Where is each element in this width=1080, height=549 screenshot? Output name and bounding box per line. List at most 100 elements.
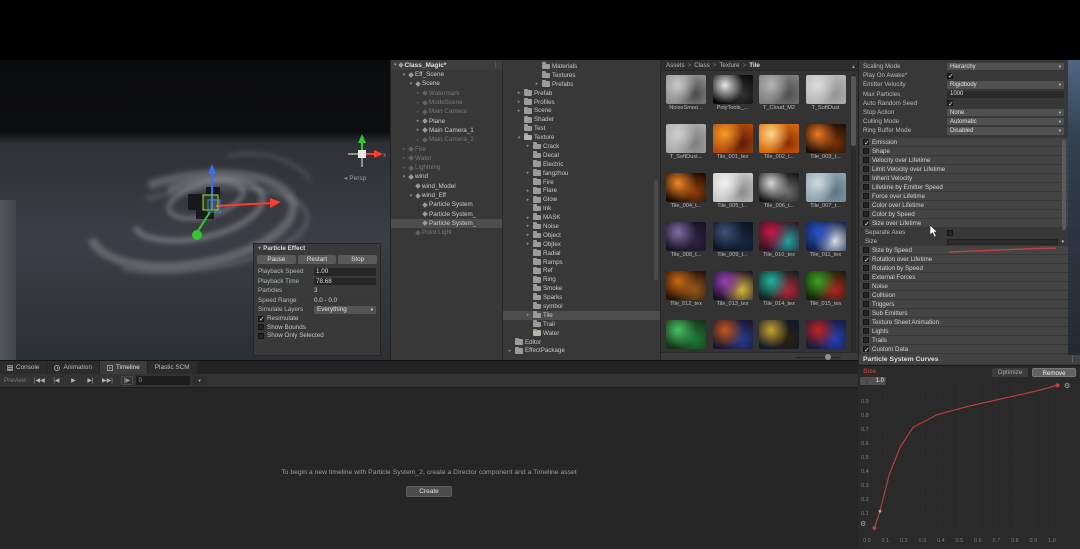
project-tree-item[interactable]: Editor <box>503 338 660 347</box>
module-bar[interactable]: Texture Sheet Animation <box>860 318 1079 326</box>
module-checkbox[interactable] <box>863 274 869 280</box>
project-tree-item[interactable]: Ring <box>503 275 660 284</box>
transport-button[interactable]: |◀ <box>50 377 62 384</box>
tab-plastic-scm[interactable]: Plastic SCM <box>148 361 197 374</box>
module-bar[interactable]: External Forces <box>860 273 1079 281</box>
module-bar[interactable]: Shape <box>860 147 1079 155</box>
module-checkbox[interactable] <box>863 301 869 307</box>
module-checkbox[interactable] <box>863 265 869 271</box>
asset-tile[interactable]: Tile_015_tex <box>803 268 850 317</box>
scroll-up-icon[interactable]: ▲ <box>851 64 856 70</box>
foldout-arrow-icon[interactable]: ▸ <box>415 100 421 106</box>
breadcrumb-item[interactable]: Class <box>694 62 709 69</box>
project-tree-item[interactable]: ▸Prefabs <box>503 80 660 89</box>
property-dropdown[interactable]: Rigidbody▾ <box>947 81 1064 88</box>
hierarchy-item[interactable]: Particle System_ <box>391 219 502 228</box>
hierarchy-item[interactable]: ▸Main Camera_1 <box>391 126 502 135</box>
foldout-arrow-icon[interactable]: ▾ <box>401 72 407 78</box>
foldout-arrow-icon[interactable]: ▸ <box>415 127 421 133</box>
foldout-arrow-icon[interactable]: ▸ <box>525 232 531 238</box>
project-tree-item[interactable]: Materials <box>503 62 660 71</box>
project-tree-item[interactable]: ▸Crack <box>503 142 660 151</box>
project-tree-item[interactable]: ▸Profiles <box>503 98 660 107</box>
foldout-arrow-icon[interactable]: ▾ <box>401 174 407 180</box>
module-checkbox[interactable] <box>863 247 869 253</box>
asset-tile[interactable]: Tile_007_t... <box>803 170 850 219</box>
foldout-arrow-icon[interactable]: ▸ <box>415 109 421 115</box>
project-tree-item[interactable]: ▸Prefab <box>503 89 660 98</box>
hierarchy-item[interactable]: ▸Main Camera_2 <box>391 135 502 144</box>
foldout-arrow-icon[interactable]: ▸ <box>516 108 522 114</box>
preview-toggle[interactable]: Preview <box>4 377 26 384</box>
hierarchy-item[interactable]: ▸Main Camera <box>391 107 502 116</box>
module-checkbox[interactable] <box>863 337 869 343</box>
inspector-scrollbar[interactable] <box>1062 140 1066 230</box>
hierarchy-item[interactable]: ▾Eff_Scene <box>391 70 502 79</box>
zoom-slider-track[interactable] <box>796 357 841 359</box>
module-checkbox[interactable] <box>863 166 869 172</box>
checkbox[interactable] <box>947 73 953 79</box>
hierarchy-item[interactable]: ▸ModeScene <box>391 98 502 107</box>
module-bar[interactable]: Limit Velocity over Lifetime <box>860 165 1079 173</box>
curves-section-header[interactable]: Particle System Curves ⋮ <box>859 354 1080 364</box>
module-checkbox[interactable] <box>863 310 869 316</box>
asset-tile[interactable] <box>756 317 803 351</box>
module-checkbox[interactable] <box>863 157 869 163</box>
asset-tile[interactable]: Tile_002_t... <box>756 121 803 170</box>
hierarchy-item[interactable]: wind_Model <box>391 182 502 191</box>
module-bar[interactable]: Sub Emitters <box>860 309 1079 317</box>
asset-tile[interactable]: Tile_010_tex <box>756 219 803 268</box>
module-checkbox[interactable] <box>863 202 869 208</box>
asset-tile[interactable]: T_SoftDust <box>803 72 850 121</box>
persp-label[interactable]: ◂Persp <box>344 174 366 182</box>
asset-tile[interactable]: PolyTools_... <box>710 72 757 121</box>
gear-icon[interactable]: ⚙ <box>860 520 866 528</box>
property-dropdown[interactable]: Hierarchy▾ <box>947 63 1064 70</box>
module-checkbox[interactable] <box>863 211 869 217</box>
module-bar[interactable]: Inherit Velocity <box>860 174 1079 182</box>
grid-scrollbar[interactable]: ▲ <box>851 74 856 357</box>
project-tree-item[interactable]: ▸Noise <box>503 222 660 231</box>
hierarchy-item[interactable]: ▾wind <box>391 172 502 181</box>
kebab-menu-icon[interactable]: ⋮ <box>1069 355 1076 363</box>
asset-tile[interactable]: Tile_012_tex <box>663 268 710 317</box>
asset-tile[interactable]: Tile_001_tex <box>710 121 757 170</box>
project-tree-item[interactable]: ▸Scene <box>503 106 660 115</box>
module-bar[interactable]: Trails <box>860 336 1079 344</box>
module-checkbox[interactable] <box>863 175 869 181</box>
hierarchy-item[interactable]: ▸Fire <box>391 144 502 153</box>
asset-tile[interactable] <box>710 317 757 351</box>
property-dropdown[interactable]: None▾ <box>947 109 1064 116</box>
foldout-arrow-icon[interactable]: ▸ <box>525 241 531 247</box>
module-bar[interactable]: Velocity over Lifetime <box>860 156 1079 164</box>
size-curve-preview[interactable] <box>947 239 1058 245</box>
project-tree-item[interactable]: Textures <box>503 71 660 80</box>
module-bar[interactable]: Emission <box>860 138 1079 146</box>
project-tree-scrollbar[interactable] <box>654 180 658 280</box>
chevron-down-icon[interactable]: ▾ <box>1061 239 1064 245</box>
module-bar[interactable]: Color over Lifetime <box>860 201 1079 209</box>
stop-button[interactable]: Stop <box>338 255 377 264</box>
hierarchy-item[interactable]: ▾Scene <box>391 79 502 88</box>
particle-effect-title[interactable]: ▾Particle Effect <box>254 244 380 254</box>
module-bar[interactable]: Lights <box>860 327 1079 335</box>
project-tree-item[interactable]: Smoke <box>503 284 660 293</box>
checkbox[interactable] <box>258 316 264 322</box>
optimize-button[interactable]: Optimize <box>992 368 1028 377</box>
frame-field[interactable]: 0 <box>136 376 190 385</box>
asset-tile[interactable]: Tile_006_t... <box>756 170 803 219</box>
project-tree-item[interactable]: ▸MASK <box>503 213 660 222</box>
transport-button[interactable]: ▶| <box>84 377 96 384</box>
foldout-arrow-icon[interactable]: ▸ <box>534 81 540 87</box>
asset-tile[interactable]: Tile_008_t... <box>663 219 710 268</box>
module-bar[interactable]: Color by Speed <box>860 210 1079 218</box>
checkbox[interactable] <box>947 100 953 106</box>
hierarchy-item[interactable]: ▸Plane <box>391 116 502 125</box>
breadcrumb-item[interactable]: Assets <box>666 62 685 69</box>
asset-tile[interactable]: Tile_003_t... <box>803 121 850 170</box>
module-checkbox[interactable] <box>863 184 869 190</box>
foldout-arrow-icon[interactable]: ▾ <box>408 193 414 199</box>
frame-dropdown[interactable]: ▾ <box>193 376 207 385</box>
checkbox[interactable] <box>258 333 264 339</box>
project-tree-item[interactable]: symbol <box>503 302 660 311</box>
